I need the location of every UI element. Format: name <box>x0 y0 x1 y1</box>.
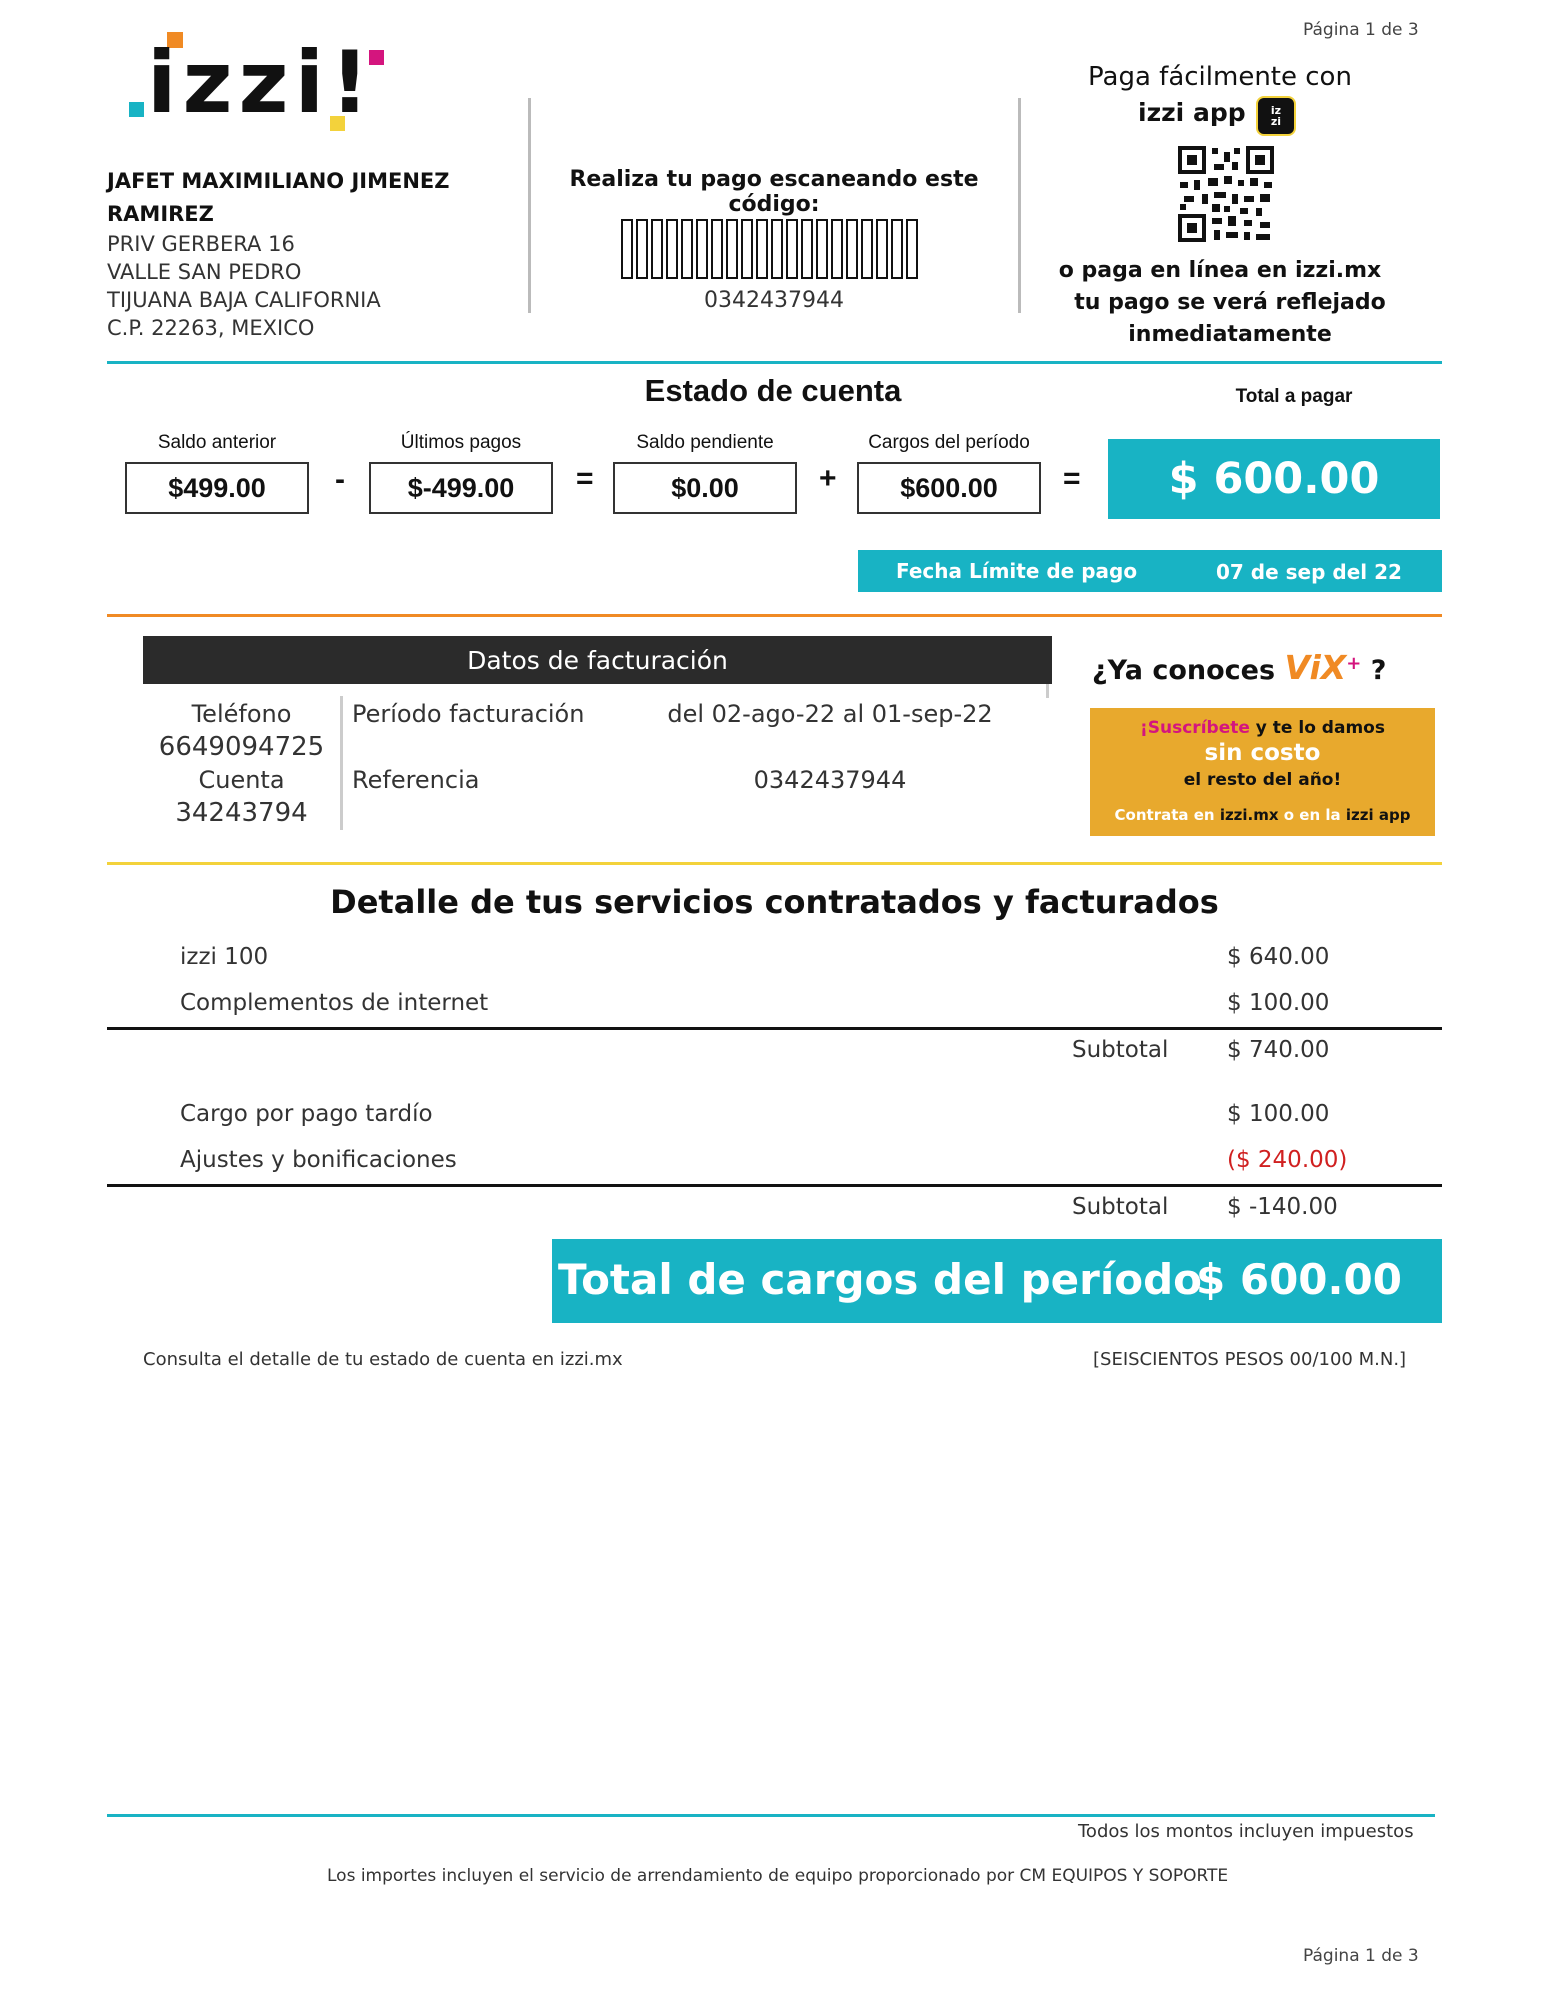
services-title: Detalle de tus servicios contratados y f… <box>330 883 1219 921</box>
divider <box>528 98 531 313</box>
account-value: 34243794 <box>175 798 308 828</box>
last-payments-value: $-499.00 <box>369 462 553 514</box>
operator-minus: - <box>335 463 345 496</box>
charge-name: Ajustes y bonificaciones <box>180 1147 457 1173</box>
pending-balance-value: $0.00 <box>613 462 797 514</box>
operator-equals: = <box>1063 462 1081 495</box>
billing-period-label: Período facturación <box>352 700 585 728</box>
service-amount: $ 100.00 <box>1227 990 1330 1016</box>
vix-plus: + <box>1346 653 1362 674</box>
total-to-pay-amount: $ 600.00 <box>1108 439 1440 519</box>
reference-label: Referencia <box>352 766 480 794</box>
subtotal-amount: $ 740.00 <box>1227 1037 1330 1063</box>
izzi-app-icon[interactable]: iz zi <box>1256 96 1296 136</box>
subtotal-label: Subtotal <box>1072 1037 1169 1063</box>
page-number-top: Página 1 de 3 <box>1303 20 1419 40</box>
address-line: VALLE SAN PEDRO <box>107 260 302 284</box>
address-line: TIJUANA BAJA CALIFORNIA <box>107 288 381 312</box>
customer-name-line1: JAFET MAXIMILIANO JIMENEZ <box>107 169 450 193</box>
qr-code-icon[interactable] <box>1178 146 1274 242</box>
phone-label: Teléfono <box>191 700 292 728</box>
promo-footer: Contrata en izzi.mx o en la izzi app <box>1090 806 1435 824</box>
promo-line3: el resto del año! <box>1183 770 1342 790</box>
subtotal-label: Subtotal <box>1072 1194 1169 1220</box>
taxes-note: Todos los montos incluyen impuestos <box>1078 1821 1414 1842</box>
service-name: izzi 100 <box>180 944 269 970</box>
billing-header: Datos de facturación <box>143 636 1052 684</box>
app-pay-line4: tu pago se verá reflejado <box>1074 290 1386 315</box>
barcode-title: Realiza tu pago escaneando este código: <box>569 167 979 217</box>
promo-footer-a: Contrata en <box>1114 806 1220 824</box>
app-pay-line5: inmediatamente <box>1128 322 1332 347</box>
divider <box>1046 684 1049 698</box>
promo-line2: sin costo <box>1204 740 1321 766</box>
period-total-label: Total de cargos del período <box>558 1255 1203 1304</box>
separator-orange <box>107 614 1442 617</box>
last-payments-label: Últimos pagos <box>400 432 522 453</box>
page-number-bottom: Página 1 de 3 <box>1303 1946 1419 1966</box>
promo-question-prefix: ¿Ya conoces <box>1092 655 1276 686</box>
charge-amount: $ 100.00 <box>1227 1101 1330 1127</box>
consult-note: Consulta el detalle de tu estado de cuen… <box>143 1349 623 1370</box>
customer-address: PRIV GERBERA 16 VALLE SAN PEDRO TIJUANA … <box>107 230 381 342</box>
promo-question-suffix: ? <box>1370 655 1387 686</box>
service-amount: $ 640.00 <box>1227 944 1330 970</box>
adjustment-amount: ($ 240.00) <box>1227 1147 1348 1173</box>
promo-footer-b: izzi.mx <box>1219 806 1279 824</box>
address-line: C.P. 22263, MEXICO <box>107 316 315 340</box>
due-date-label: Fecha Límite de pago <box>896 559 1138 583</box>
app-pay-line3: o paga en línea en izzi.mx <box>1058 258 1382 283</box>
previous-balance-value: $499.00 <box>125 462 309 514</box>
pending-balance-label: Saldo pendiente <box>636 432 774 453</box>
reference-value: 0342437944 <box>753 766 907 794</box>
vix-logo: ViX <box>1284 648 1347 687</box>
separator-teal <box>107 361 1442 364</box>
vix-promo-banner[interactable]: ¡Suscríbete y te lo damos sin costo el r… <box>1090 708 1435 836</box>
subtotal-amount: $ -140.00 <box>1227 1194 1338 1220</box>
promo-highlight: ¡Suscríbete <box>1140 718 1250 738</box>
phone-value: 6649094725 <box>158 732 325 762</box>
promo-footer-c: o en la <box>1278 806 1346 824</box>
charge-name: Cargo por pago tardío <box>180 1101 433 1127</box>
app-pay-line2: izzi app <box>1138 98 1246 127</box>
period-charges-label: Cargos del período <box>868 432 1030 453</box>
subtotal-rule <box>107 1027 1442 1030</box>
promo-footer-d: izzi app <box>1345 806 1411 824</box>
divider <box>340 696 343 830</box>
promo-line1: ¡Suscríbete y te lo damos <box>1090 718 1435 738</box>
app-pay-line1: Paga fácilmente con <box>1088 62 1352 92</box>
separator-yellow <box>107 862 1442 865</box>
barcode-number: 0342437944 <box>704 288 844 313</box>
statement-title: Estado de cuenta <box>644 373 902 408</box>
divider <box>1018 98 1021 313</box>
operator-equals: = <box>576 462 594 495</box>
billing-period-value: del 02-ago-22 al 01-sep-22 <box>667 700 993 728</box>
operator-plus: + <box>819 462 837 495</box>
footer-separator <box>107 1814 1435 1817</box>
address-line: PRIV GERBERA 16 <box>107 232 295 256</box>
izzi-logo: izzi! <box>125 28 385 133</box>
period-charges-value: $600.00 <box>857 462 1041 514</box>
subtotal-rule <box>107 1184 1442 1187</box>
customer-name-line2: RAMIREZ <box>107 202 214 226</box>
due-date-value: 07 de sep del 22 <box>1216 560 1402 584</box>
equipment-note: Los importes incluyen el servicio de arr… <box>327 1866 1229 1886</box>
amount-in-words: [SEISCIENTOS PESOS 00/100 M.N.] <box>1093 1349 1407 1370</box>
period-total-amount: $ 600.00 <box>1196 1255 1402 1304</box>
account-label: Cuenta <box>198 766 285 794</box>
promo-question: ¿Ya conoces ViX+ ? <box>1092 648 1386 687</box>
total-to-pay-label: Total a pagar <box>1235 386 1353 407</box>
payment-barcode[interactable] <box>620 218 928 280</box>
promo-line1-rest: y te lo damos <box>1249 718 1385 738</box>
previous-balance-label: Saldo anterior <box>157 432 277 453</box>
period-total-bar: Total de cargos del período $ 600.00 <box>552 1239 1442 1323</box>
due-date-bar: Fecha Límite de pago 07 de sep del 22 <box>858 550 1442 592</box>
service-name: Complementos de internet <box>180 990 489 1016</box>
